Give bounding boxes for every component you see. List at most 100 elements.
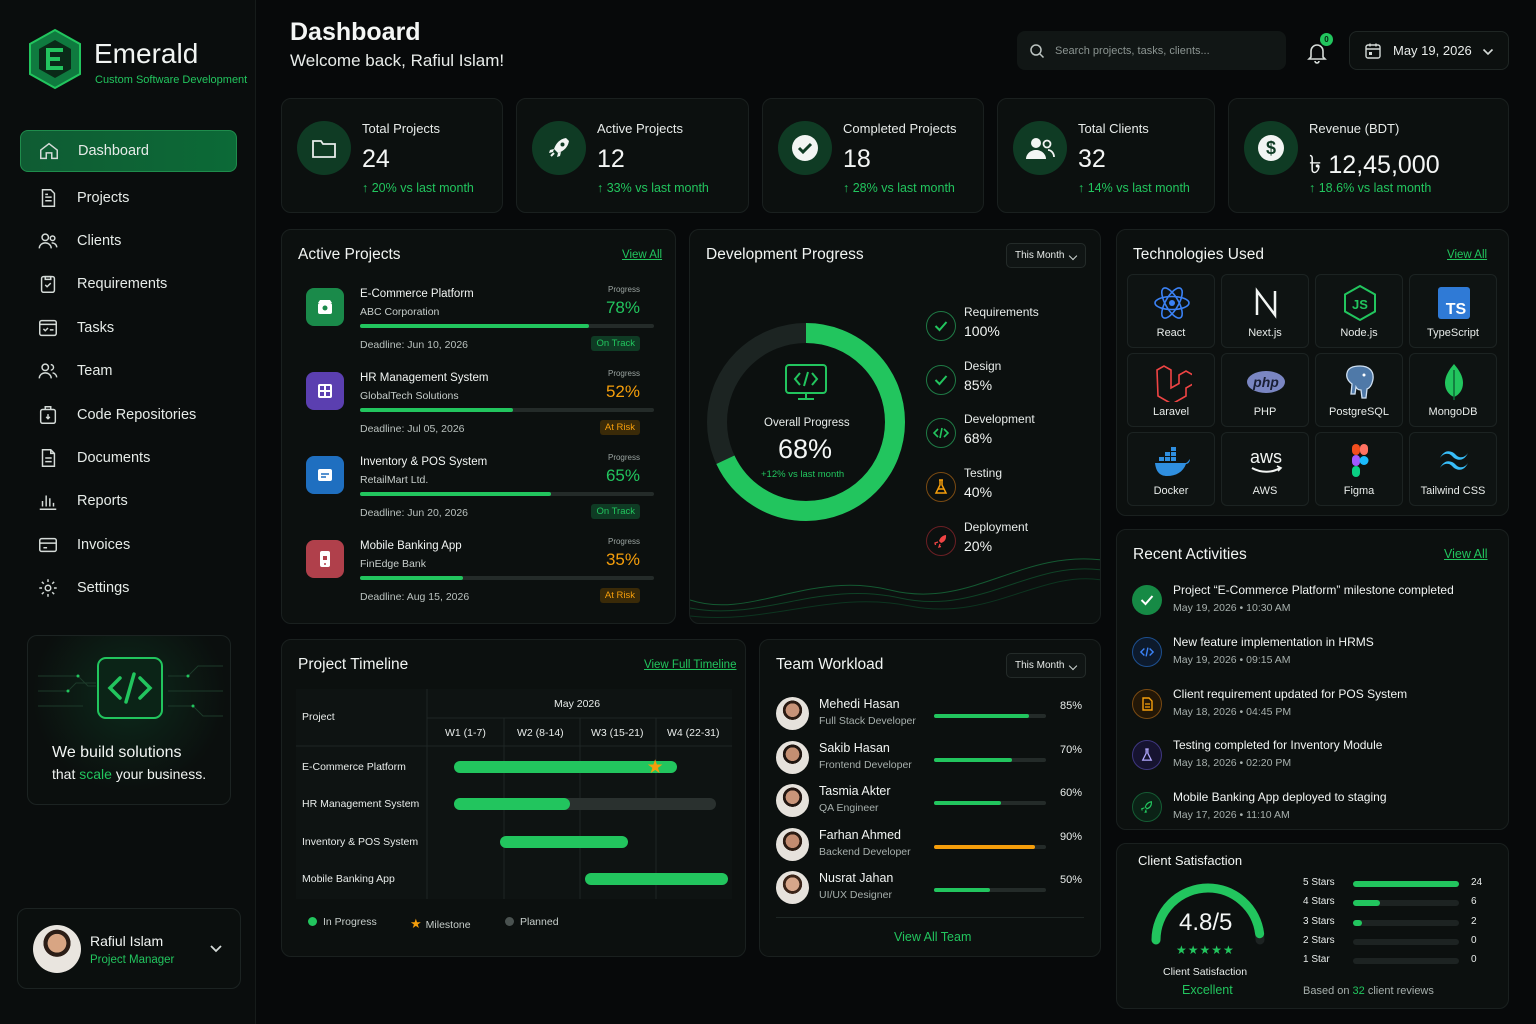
stat-card-total-clients[interactable]: Total Clients 32 ↑ 14% vs last month bbox=[997, 98, 1215, 213]
view-full-timeline-link[interactable]: View Full Timeline bbox=[644, 659, 736, 671]
project-item[interactable]: Mobile Banking App FinEdge Bank Progress… bbox=[298, 532, 658, 610]
sidebar-item-requirements[interactable]: Requirements bbox=[20, 263, 237, 306]
activity-text: Testing completed for Inventory Module bbox=[1173, 738, 1383, 752]
team-member-row[interactable]: Farhan Ahmed Backend Developer 90% bbox=[776, 826, 1086, 868]
tech-react[interactable]: React bbox=[1127, 274, 1215, 348]
sidebar-item-tasks[interactable]: Tasks bbox=[20, 306, 237, 349]
bar-chart-icon bbox=[39, 495, 57, 511]
stat-card-completed-projects[interactable]: Completed Projects 18 ↑ 28% vs last mont… bbox=[762, 98, 984, 213]
team-icon bbox=[38, 363, 58, 379]
dev-step-testing: Testing 40% bbox=[926, 466, 1096, 510]
sidebar-item-settings[interactable]: Settings bbox=[20, 567, 237, 610]
timeline-progress-bar[interactable] bbox=[454, 761, 678, 773]
brand[interactable]: Emerald Custom Software Development bbox=[28, 28, 247, 90]
activity-date: May 18, 2026 • 04:45 PM bbox=[1173, 706, 1292, 718]
star-label: 4 Stars bbox=[1303, 896, 1335, 908]
sidebar-item-projects[interactable]: Projects bbox=[20, 176, 237, 219]
stat-card-active-projects[interactable]: Active Projects 12 ↑ 33% vs last month bbox=[516, 98, 749, 213]
date-picker[interactable]: May 19, 2026 bbox=[1349, 31, 1509, 70]
sidebar-item-reports[interactable]: Reports bbox=[20, 480, 237, 523]
stat-card-total-projects[interactable]: Total Projects 24 ↑ 20% vs last month bbox=[281, 98, 503, 213]
progress-track bbox=[360, 576, 654, 580]
sidebar-item-code-repositories[interactable]: Code Repositories bbox=[20, 393, 237, 436]
team-member-row[interactable]: Sakib Hasan Frontend Developer 70% bbox=[776, 739, 1086, 781]
search-input[interactable] bbox=[1055, 44, 1265, 57]
view-all-projects-link[interactable]: View All bbox=[622, 249, 662, 261]
activity-item[interactable]: Testing completed for Inventory Module Ma… bbox=[1132, 736, 1492, 784]
tech-label: PostgreSQL bbox=[1329, 406, 1389, 418]
folder-icon bbox=[312, 140, 336, 158]
tech-docker[interactable]: Docker bbox=[1127, 432, 1215, 506]
tech-aws[interactable]: aws AWS bbox=[1221, 432, 1309, 506]
project-item[interactable]: E-Commerce Platform ABC Corporation Prog… bbox=[298, 280, 658, 358]
tech-label: MongoDB bbox=[1428, 406, 1478, 418]
tech-laravel[interactable]: Laravel bbox=[1127, 353, 1215, 427]
star-breakdown-row: 4 Stars 6 bbox=[1303, 896, 1493, 915]
step-value: 68% bbox=[964, 430, 993, 446]
timeline-week: W3 (15-21) bbox=[591, 727, 644, 739]
tech-nodejs[interactable]: JS Node.js bbox=[1315, 274, 1403, 348]
sidebar-item-team[interactable]: Team bbox=[20, 350, 237, 393]
project-item[interactable]: HR Management System GlobalTech Solution… bbox=[298, 364, 658, 442]
view-all-team-link[interactable]: View All Team bbox=[894, 930, 971, 944]
sidebar-item-clients[interactable]: Clients bbox=[20, 219, 237, 262]
tech-postgresql[interactable]: PostgreSQL bbox=[1315, 353, 1403, 427]
tech-typescript[interactable]: TS TypeScript bbox=[1409, 274, 1497, 348]
project-client: GlobalTech Solutions bbox=[360, 390, 459, 402]
stat-label: Revenue (BDT) bbox=[1309, 121, 1400, 136]
star-label: 1 Star bbox=[1303, 954, 1330, 966]
project-name: Mobile Banking App bbox=[360, 540, 462, 552]
tech-mongodb[interactable]: MongoDB bbox=[1409, 353, 1497, 427]
sidebar-item-documents[interactable]: Documents bbox=[20, 436, 237, 479]
timeline-progress-bar[interactable] bbox=[500, 836, 629, 848]
sidebar-item-label: Tasks bbox=[77, 319, 115, 336]
chevron-down-icon[interactable] bbox=[209, 944, 223, 954]
promo-line2: that scale your business. bbox=[52, 766, 206, 782]
view-all-activities-link[interactable]: View All bbox=[1444, 547, 1488, 561]
progress-label: Progress bbox=[607, 537, 640, 546]
document-icon bbox=[41, 188, 56, 207]
postgresql-icon bbox=[1346, 365, 1374, 399]
activity-item[interactable]: New feature implementation in HRMS May 19… bbox=[1132, 633, 1492, 681]
star-breakdown-row: 2 Stars 0 bbox=[1303, 935, 1493, 954]
users-icon bbox=[1026, 138, 1055, 159]
tech-figma[interactable]: Figma bbox=[1315, 432, 1403, 506]
project-progress-value: 78% bbox=[605, 298, 640, 317]
view-all-technologies-link[interactable]: View All bbox=[1447, 249, 1487, 261]
activity-text: New feature implementation in HRMS bbox=[1173, 635, 1374, 649]
sidebar-item-invoices[interactable]: Invoices bbox=[20, 523, 237, 566]
tech-nextjs[interactable]: Next.js bbox=[1221, 274, 1309, 348]
stat-delta: ↑ 14% vs last month bbox=[1078, 181, 1190, 195]
user-profile-card[interactable]: Rafiul Islam Project Manager bbox=[17, 908, 241, 989]
activity-item[interactable]: Client requirement updated for POS Syste… bbox=[1132, 685, 1492, 733]
project-item[interactable]: Inventory & POS System RetailMart Ltd. P… bbox=[298, 448, 658, 526]
overall-progress-value: 68% bbox=[778, 434, 833, 464]
milestone-star-icon[interactable]: ★ bbox=[647, 756, 664, 779]
card-title: Client Satisfaction bbox=[1138, 853, 1243, 868]
star-icon: ★ bbox=[410, 916, 422, 931]
card-title: Team Workload bbox=[776, 656, 884, 673]
activity-item[interactable]: Project “E-Commerce Platform” milestone … bbox=[1132, 581, 1492, 629]
period-dropdown[interactable]: This Month bbox=[1006, 653, 1086, 678]
tech-php[interactable]: php PHP bbox=[1221, 353, 1309, 427]
timeline-progress-bar[interactable] bbox=[454, 798, 571, 810]
search-bar[interactable] bbox=[1017, 31, 1286, 70]
svg-text:$: $ bbox=[1266, 138, 1276, 158]
svg-text:aws: aws bbox=[1250, 447, 1282, 467]
avatar bbox=[776, 827, 809, 861]
step-name: Testing bbox=[964, 466, 1003, 480]
activity-item[interactable]: Mobile Banking App deployed to staging Ma… bbox=[1132, 788, 1492, 836]
stat-delta: ↑ 18.6% vs last month bbox=[1309, 181, 1432, 195]
tech-tailwind[interactable]: Tailwind CSS bbox=[1409, 432, 1497, 506]
team-member-row[interactable]: Mehedi Hasan Full Stack Developer 85% bbox=[776, 695, 1086, 737]
rocket-icon bbox=[1132, 792, 1162, 822]
stat-icon-wrap: $ bbox=[1244, 121, 1298, 175]
period-dropdown[interactable]: This Month bbox=[1006, 243, 1086, 268]
timeline-progress-bar[interactable] bbox=[585, 873, 728, 885]
sidebar-item-dashboard[interactable]: Dashboard bbox=[20, 130, 237, 172]
stat-label: Completed Projects bbox=[843, 121, 957, 136]
team-member-row[interactable]: Tasmia Akter QA Engineer 60% bbox=[776, 782, 1086, 824]
tech-label: AWS bbox=[1252, 485, 1278, 497]
stat-card-revenue[interactable]: $ Revenue (BDT) ৳ 12,45,000 ↑ 18.6% vs l… bbox=[1228, 98, 1509, 213]
team-member-row[interactable]: Nusrat Jahan UI/UX Designer 50% bbox=[776, 869, 1086, 911]
